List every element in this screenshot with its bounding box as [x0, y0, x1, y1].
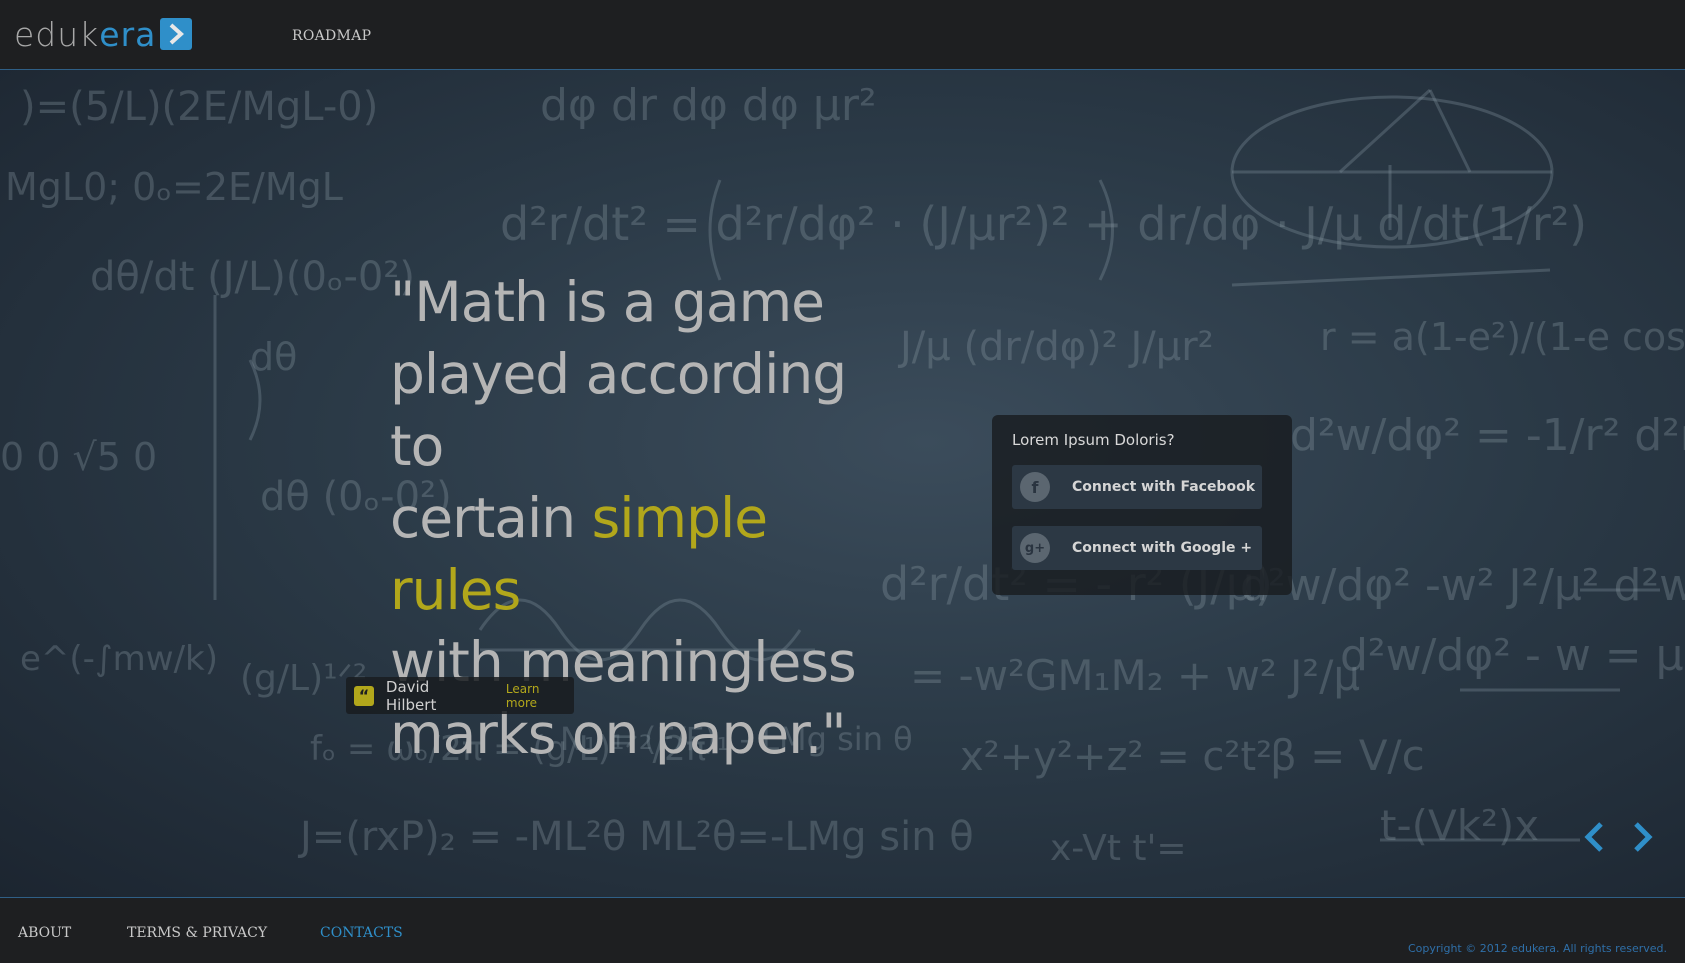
- svg-text:e^(-∫mw/k): e^(-∫mw/k): [20, 639, 218, 679]
- svg-text:r = a(1-e²)/(1-e cos φ): r = a(1-e²)/(1-e cos φ): [1320, 315, 1685, 359]
- svg-text:β = V/c: β = V/c: [1270, 731, 1425, 780]
- svg-text:x²+y²+z² = c²t²: x²+y²+z² = c²t²: [960, 734, 1272, 780]
- carousel-next-button[interactable]: [1630, 820, 1656, 854]
- chevron-right-icon: [1634, 822, 1653, 852]
- quote-line-1: "Math is a game: [390, 270, 825, 334]
- connect-facebook-label: Connect with Facebook: [1072, 479, 1256, 495]
- svg-text:J=(rxP)₂ = -ML²θ ML²θ=-LMg s: J=(rxP)₂ = -ML²θ ML²θ=-LMg sin θ: [297, 814, 974, 860]
- svg-text:d²r/dt² = d²r/dφ² · (J/μr²)² +: d²r/dt² = d²r/dφ² · (J/μr²)² + dr/dφ · J…: [500, 197, 1587, 251]
- connect-google-label: Connect with Google +: [1072, 540, 1253, 556]
- chevron-left-icon: [1584, 822, 1603, 852]
- google-plus-icon: g+: [1020, 533, 1050, 563]
- top-bar: eduk era ROADMAP: [0, 0, 1685, 70]
- svg-text:d²w/dφ² = -1/r² d²r/dφ²: d²w/dφ² = -1/r² d²r/dφ²: [1290, 410, 1685, 461]
- connect-facebook-button[interactable]: f Connect with Facebook: [1012, 465, 1262, 509]
- nav-roadmap-link[interactable]: ROADMAP: [292, 28, 371, 44]
- carousel-prev-button[interactable]: [1581, 820, 1607, 854]
- quote-marks-icon: “: [354, 685, 374, 706]
- footer-terms-link[interactable]: TERMS & PRIVACY: [127, 925, 267, 941]
- author-name: David Hilbert: [385, 677, 437, 714]
- footer-bar: ABOUT TERMS & PRIVACY CONTACTS Copyright…: [0, 897, 1685, 963]
- quote-line-3: certain simple rules: [390, 482, 910, 626]
- hero-chalkboard: )=(5/L)(2E/MgL-0) dφ dr dφ dφ μr² MgL0; …: [0, 70, 1685, 897]
- logo-text-part2: era: [99, 14, 157, 54]
- svg-text:J/μ (dr/dφ)² J/μr²: J/μ (dr/dφ)² J/μr²: [897, 324, 1214, 370]
- svg-text:d²w/dφ² -w² J²/μ² d²w/dφ²: d²w/dφ² -w² J²/μ² d²w/dφ²: [1240, 560, 1685, 611]
- footer-contacts-link[interactable]: CONTACTS: [320, 925, 403, 941]
- svg-text:d²w/dφ² - w = μGMM/J²: d²w/dφ² - w = μGMM/J²: [1340, 630, 1685, 681]
- svg-text:MgL0; 0ₒ=2E/MgL: MgL0; 0ₒ=2E/MgL: [5, 165, 343, 209]
- learn-more-link[interactable]: Learn more: [506, 682, 574, 710]
- svg-text:)=(5/L)(2E/MgL-0): )=(5/L)(2E/MgL-0): [20, 84, 378, 130]
- svg-text:dθ/dt (J/L)(0ₒ-0²): dθ/dt (J/L)(0ₒ-0²): [90, 254, 415, 300]
- logo-chevron-icon: [160, 18, 193, 50]
- logo-text-part1: eduk: [14, 14, 100, 54]
- svg-text:t-(Vk²)x: t-(Vk²)x: [1380, 801, 1539, 850]
- footer-about-link[interactable]: ABOUT: [18, 925, 71, 941]
- svg-text:dφ dr dφ dφ μr²: dφ dr dφ dφ μr²: [540, 80, 877, 131]
- login-panel-title: Lorem Ipsum Doloris?: [1012, 431, 1175, 449]
- svg-text:= -w²GM₁M₂ + w² J²/μ: = -w²GM₁M₂ + w² J²/μ: [910, 651, 1360, 700]
- social-login-panel: Lorem Ipsum Doloris? f Connect with Face…: [992, 415, 1292, 595]
- copyright-text: Copyright © 2012 edukera. All rights res…: [1408, 942, 1667, 955]
- facebook-icon: f: [1020, 472, 1050, 502]
- edukera-logo[interactable]: eduk era: [14, 14, 193, 54]
- quote-author-badge: “ David Hilbert Learn more: [346, 677, 574, 714]
- svg-text:x-Vt t'=: x-Vt t'=: [1050, 828, 1187, 869]
- quote-line-3-text: certain: [390, 486, 592, 550]
- svg-text:0 0 √5 0: 0 0 √5 0: [0, 435, 157, 479]
- svg-text:dθ: dθ: [250, 335, 297, 379]
- quote-line-2: played according to: [390, 342, 847, 478]
- connect-google-button[interactable]: g+ Connect with Google +: [1012, 526, 1262, 570]
